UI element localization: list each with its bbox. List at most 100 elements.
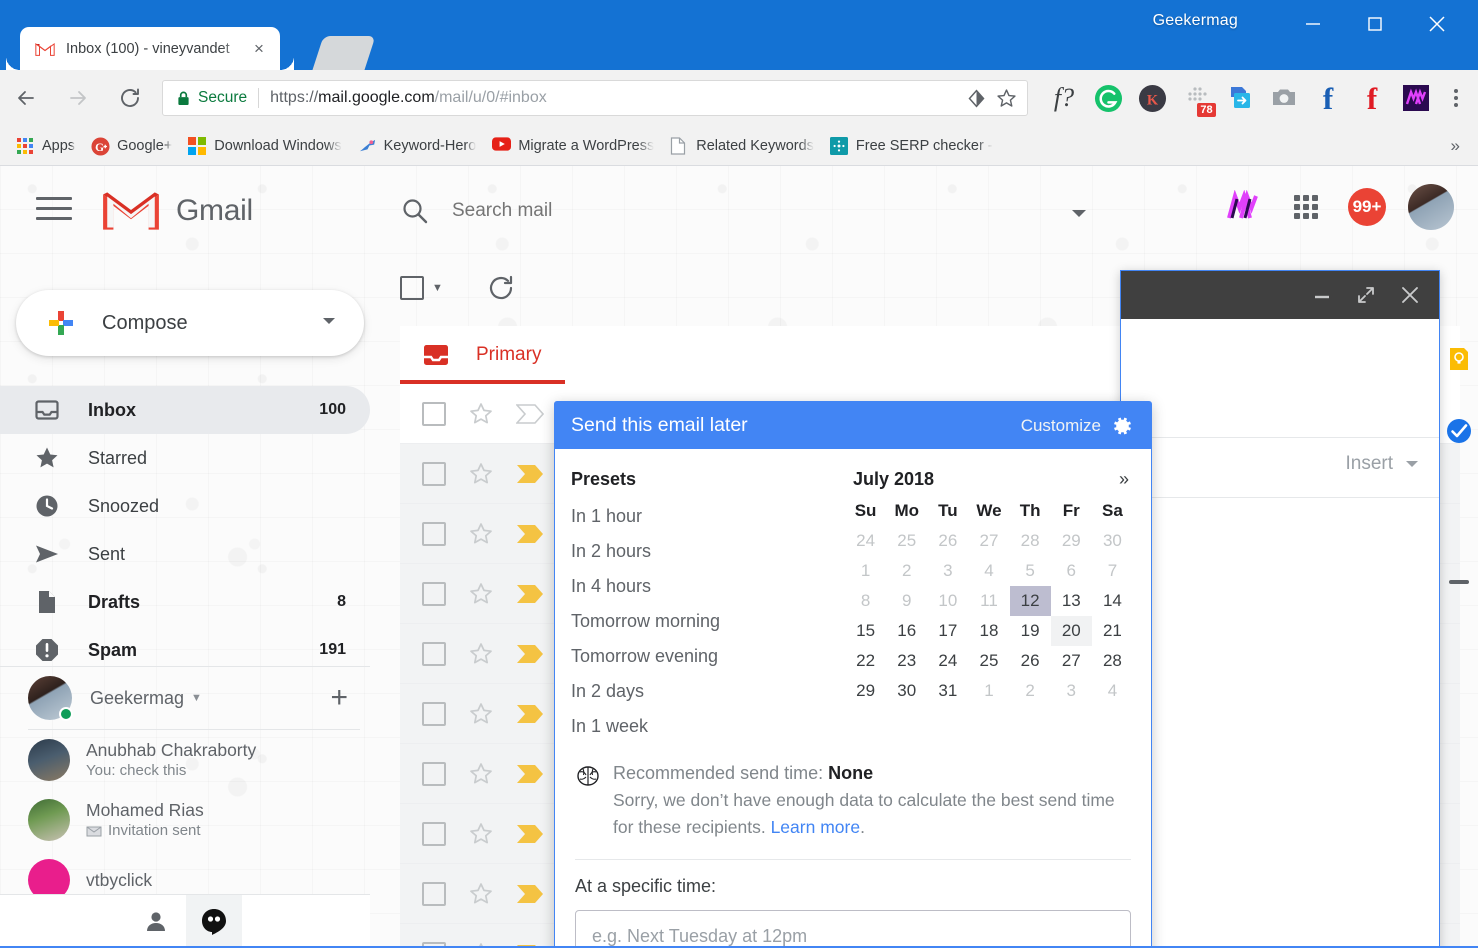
calendar-day[interactable]: 29 [845,676,886,706]
calendar-day[interactable]: 12 [1009,586,1051,616]
row-checkbox[interactable] [422,641,446,666]
notification-badge[interactable]: 99+ [1348,188,1386,226]
calendar-day[interactable]: 19 [1010,616,1051,646]
bookmark-download-windows[interactable]: Download Windows [180,132,349,160]
star-icon[interactable] [468,461,494,487]
preset-in-2-days[interactable]: In 2 days [571,674,841,709]
calendar-day[interactable]: 15 [845,616,886,646]
preset-tomorrow-morning[interactable]: Tomorrow morning [571,604,841,639]
importance-marker-icon[interactable] [516,524,544,544]
bookmark-migrate-wordpress[interactable]: Migrate a WordPress [484,132,662,160]
star-icon[interactable] [468,821,494,847]
google-tasks-icon[interactable] [1446,418,1472,444]
importance-marker-icon[interactable] [516,644,544,664]
side-panel-handle[interactable] [1449,580,1469,584]
facebook-pixel-icon[interactable]: f [1306,76,1350,120]
preset-in-1-week[interactable]: In 1 week [571,709,841,744]
learn-more-link[interactable]: Learn more [771,817,861,837]
preset-tomorrow-evening[interactable]: Tomorrow evening [571,639,841,674]
sidebar-item-inbox[interactable]: Inbox 100 [0,386,370,434]
importance-marker-icon[interactable] [516,584,544,604]
row-checkbox[interactable] [422,581,446,606]
importance-marker-icon[interactable] [516,764,544,784]
refresh-icon[interactable] [487,274,515,302]
row-checkbox[interactable] [422,881,446,906]
tab-close-icon[interactable]: × [248,38,270,60]
browser-tab[interactable]: Inbox (100) - vineyvandet × [20,27,294,70]
chevron-down-icon[interactable]: ▼ [191,692,202,704]
row-checkbox[interactable] [422,521,446,546]
preset-in-1-hour[interactable]: In 1 hour [571,499,841,534]
back-button[interactable] [0,70,52,126]
compose-close-icon[interactable] [1399,284,1421,306]
google-apps-icon[interactable] [1286,187,1326,227]
calendar-day[interactable]: 30 [886,676,927,706]
row-checkbox[interactable] [422,761,446,786]
contacts-tab[interactable] [128,895,184,948]
compose-chevron-down-icon[interactable] [320,312,338,335]
select-dropdown-icon[interactable]: ▼ [432,282,443,294]
compose-expand-icon[interactable] [1355,284,1377,306]
importance-marker-icon[interactable] [516,464,544,484]
star-icon[interactable] [468,401,494,427]
calendar-day[interactable]: 13 [1051,586,1092,616]
address-bar[interactable]: Secure https://mail.google.com/mail/u/0/… [162,80,1028,116]
star-icon[interactable] [468,641,494,667]
mixmax-icon[interactable] [1394,76,1438,120]
star-icon[interactable] [468,521,494,547]
hangouts-tab[interactable] [186,894,242,948]
grammarly-icon[interactable] [1086,76,1130,120]
moz-dots-icon[interactable]: 78 [1174,76,1218,120]
select-all-checkbox[interactable] [400,276,424,300]
add-contact-button[interactable]: + [330,683,348,713]
bookmark-keyword-hero[interactable]: Keyword-Hero [350,132,485,160]
main-menu-icon[interactable] [36,197,72,221]
tab-primary[interactable]: Primary [400,326,566,384]
row-checkbox[interactable] [422,401,446,426]
export-doc-icon[interactable] [1218,76,1262,120]
calendar-day[interactable]: 20 [1050,616,1092,646]
bookmarks-overflow-icon[interactable]: » [1451,136,1470,156]
compose-button[interactable]: Compose [16,290,364,356]
bookmark-apps[interactable]: Apps [8,132,83,160]
row-checkbox[interactable] [422,701,446,726]
calendar-day[interactable]: 21 [1092,616,1133,646]
calendar-day[interactable]: 18 [968,616,1009,646]
sidebar-item-starred[interactable]: Starred [0,434,370,482]
preset-in-2-hours[interactable]: In 2 hours [571,534,841,569]
calendar-next-month-icon[interactable]: » [1119,469,1133,490]
preset-in-4-hours[interactable]: In 4 hours [571,569,841,604]
gear-icon[interactable] [1111,415,1133,437]
close-button[interactable] [1406,6,1468,42]
sidebar-item-drafts[interactable]: Drafts 8 [0,578,370,626]
calendar-day[interactable]: 25 [968,646,1009,676]
importance-marker-icon[interactable] [516,824,544,844]
search-bar[interactable]: Search mail [400,190,1100,232]
insert-dropdown[interactable]: Insert [1345,453,1421,475]
avatar[interactable] [1408,184,1454,230]
new-tab-button[interactable] [312,36,376,70]
calendar-day[interactable]: 28 [1092,646,1133,676]
row-checkbox[interactable] [422,461,446,486]
calendar-day[interactable]: 24 [927,646,968,676]
importance-marker-icon[interactable] [516,884,544,904]
google-keep-icon[interactable] [1446,346,1472,372]
list-item[interactable]: Anubhab Chakraborty You: check this [28,730,360,790]
screenshot-camera-icon[interactable] [1262,76,1306,120]
star-icon[interactable] [468,581,494,607]
customize-link[interactable]: Customize [1021,416,1101,436]
calendar-day[interactable]: 26 [1010,646,1051,676]
maximize-button[interactable] [1344,6,1406,42]
chat-current-user[interactable]: Geekermag ▼ + [0,667,370,729]
calendar-day[interactable]: 22 [845,646,886,676]
calendar-day[interactable]: 27 [1051,646,1092,676]
search-options-icon[interactable] [1068,202,1090,229]
sidebar-item-snoozed[interactable]: Snoozed [0,482,370,530]
forward-button[interactable] [52,70,104,126]
mixmax-header-icon[interactable] [1224,187,1264,227]
calendar-day[interactable]: 31 [927,676,968,706]
row-checkbox[interactable] [422,821,446,846]
calendar-day[interactable]: 23 [886,646,927,676]
page-actions-icon[interactable] [961,83,991,113]
calendar-day[interactable]: 17 [927,616,968,646]
